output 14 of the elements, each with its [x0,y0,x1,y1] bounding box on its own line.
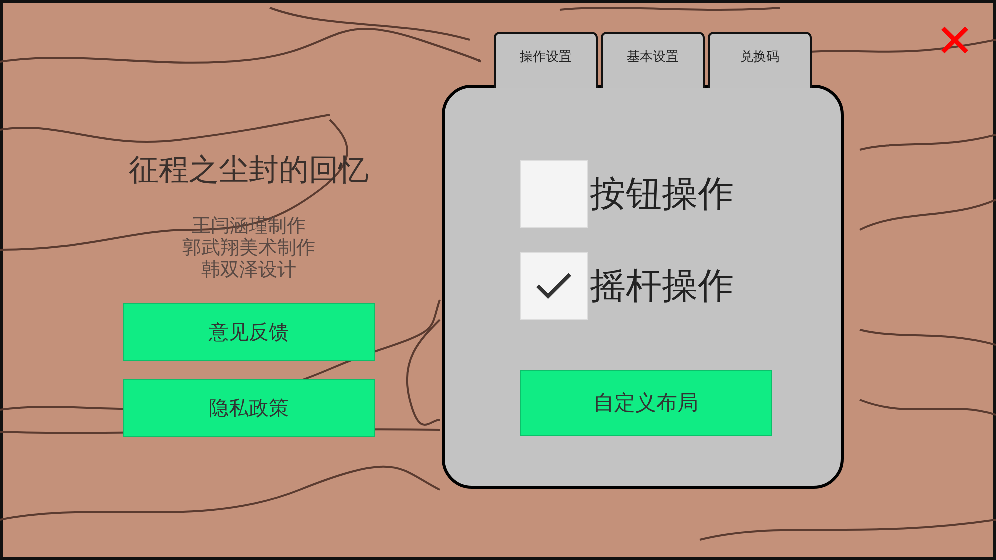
credit-line: 韩双泽设计 [202,259,296,281]
checkbox[interactable] [520,160,588,228]
menu-button[interactable]: 隐私政策 [123,379,375,437]
settings-tab[interactable]: 操作设置 [494,32,598,88]
settings-tab[interactable]: 基本设置 [601,32,705,88]
checkmark-icon [535,271,573,301]
settings-tab[interactable]: 兑换码 [708,32,812,88]
option-label: 摇杆操作 [590,264,734,308]
checkbox[interactable] [520,252,588,320]
menu-button[interactable]: 意见反馈 [123,303,375,361]
game-title: 征程之尘封的回忆 [129,152,369,190]
option-label: 按钮操作 [590,172,734,216]
credit-line: 郭武翔美术制作 [182,237,316,259]
custom-layout-button[interactable]: 自定义布局 [520,370,772,436]
